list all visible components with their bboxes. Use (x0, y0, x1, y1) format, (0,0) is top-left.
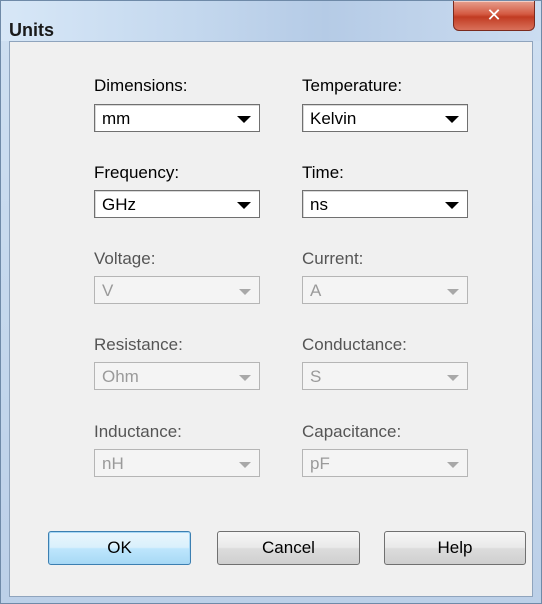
chevron-down-icon (239, 375, 251, 381)
conductance-label: Conductance: (302, 335, 407, 354)
temperature-select[interactable]: Kelvin (302, 104, 468, 132)
cancel-button[interactable]: Cancel (217, 531, 360, 565)
current-select: A (302, 276, 468, 304)
dimensions-label: Dimensions: (94, 76, 188, 95)
dialog-body: Dimensions: mm Temperature: Kelvin Frequ… (9, 41, 533, 597)
dimensions-value: mm (102, 109, 131, 128)
current-value: A (310, 281, 322, 300)
chevron-down-icon (447, 289, 459, 295)
chevron-down-icon (447, 462, 459, 468)
temperature-value: Kelvin (310, 109, 357, 128)
temperature-label: Temperature: (302, 76, 403, 95)
chevron-down-icon (237, 202, 251, 209)
close-button[interactable]: ✕ (453, 1, 535, 31)
chevron-down-icon (239, 462, 251, 468)
resistance-label: Resistance: (94, 335, 183, 354)
current-label: Current: (302, 249, 364, 268)
capacitance-value: pF (310, 454, 330, 473)
conductance-select: S (302, 362, 468, 390)
resistance-select: Ohm (94, 362, 260, 390)
units-dialog: Units ✕ Dimensions: mm Temperature: Kelv… (0, 0, 542, 604)
inductance-select: nH (94, 449, 260, 477)
voltage-value: V (102, 281, 114, 300)
time-select[interactable]: ns (302, 190, 468, 218)
capacitance-label: Capacitance: (302, 422, 402, 441)
ok-button[interactable]: OK (48, 531, 191, 565)
chevron-down-icon (445, 202, 459, 209)
resistance-value: Ohm (102, 367, 139, 386)
capacitance-select: pF (302, 449, 468, 477)
help-button[interactable]: Help (384, 531, 526, 565)
voltage-select: V (94, 276, 260, 304)
frequency-value: GHz (102, 195, 136, 214)
dimensions-select[interactable]: mm (94, 104, 260, 132)
time-value: ns (310, 195, 328, 214)
voltage-label: Voltage: (94, 249, 156, 268)
conductance-value: S (310, 367, 322, 386)
chevron-down-icon (445, 116, 459, 123)
frequency-select[interactable]: GHz (94, 190, 260, 218)
time-label: Time: (302, 163, 344, 182)
close-icon: ✕ (486, 5, 502, 25)
window-title: Units (9, 20, 54, 40)
title-bar[interactable]: Units ✕ (1, 1, 541, 41)
frequency-label: Frequency: (94, 163, 180, 182)
inductance-label: Inductance: (94, 422, 182, 441)
chevron-down-icon (239, 289, 251, 295)
inductance-value: nH (102, 454, 124, 473)
chevron-down-icon (447, 375, 459, 381)
chevron-down-icon (237, 116, 251, 123)
